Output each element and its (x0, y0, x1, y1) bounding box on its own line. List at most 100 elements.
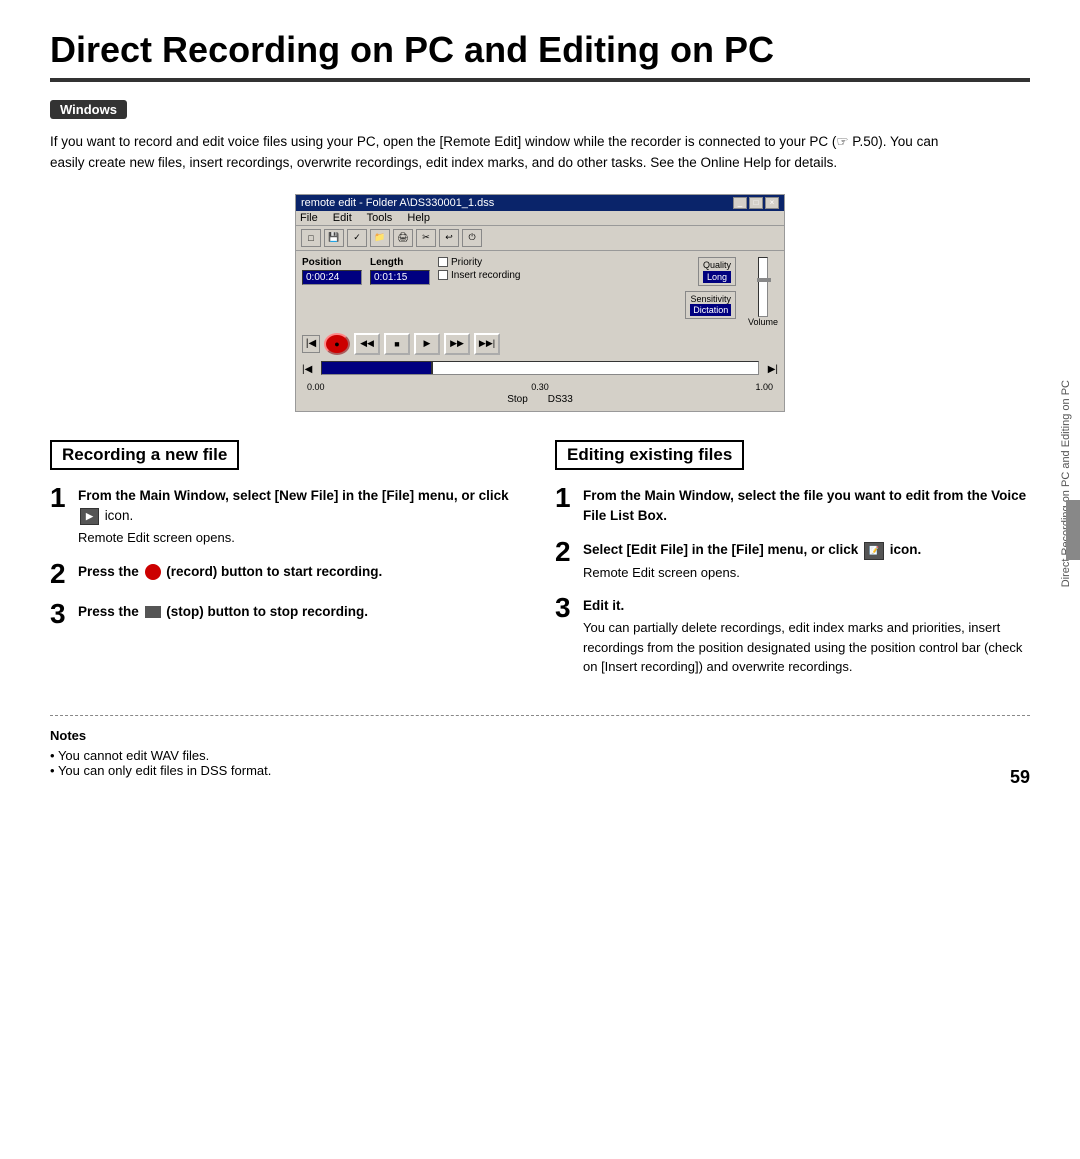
edit-step3-number: 3 (555, 594, 577, 622)
screenshot-title-bar: remote edit - Folder A\DS330001_1.dss _ … (296, 195, 784, 211)
new-file-icon: ▶ (80, 508, 99, 526)
step3-number: 3 (50, 600, 72, 628)
end-btn[interactable]: ▶▶| (474, 333, 500, 355)
progress-start: |◀ (302, 364, 312, 375)
edit-step1-content: From the Main Window, select the file yo… (583, 486, 1030, 527)
menu-help[interactable]: Help (407, 212, 430, 224)
tb-power[interactable]: ⏻ (462, 229, 482, 247)
insert-checkbox[interactable]: Insert recording (438, 270, 520, 281)
progress-end: ▶| (768, 364, 778, 375)
position-group: Position 0:00:24 (302, 257, 362, 285)
screenshot-box: remote edit - Folder A\DS330001_1.dss _ … (295, 194, 785, 412)
stop-icon (145, 606, 161, 618)
page-number: 59 (1010, 767, 1030, 788)
tb-new[interactable]: □ (301, 229, 321, 247)
menu-tools[interactable]: Tools (367, 212, 393, 224)
notes-title: Notes (50, 728, 1030, 743)
transport-row: |◀ ● ◀◀ ■ ▶ ▶▶ ▶▶| (302, 333, 778, 355)
edit-it-label: Edit it. (583, 598, 624, 613)
two-col-section: Recording a new file 1 From the Main Win… (50, 440, 1030, 691)
priority-label: Priority (451, 257, 482, 268)
quality-value: Long (703, 271, 731, 283)
page-title: Direct Recording on PC and Editing on PC (50, 30, 1030, 70)
recording-section: Recording a new file 1 From the Main Win… (50, 440, 525, 691)
edit-file-icon: 📝 (864, 542, 884, 560)
home-btn[interactable]: |◀ (302, 335, 320, 353)
checkbox-group: Priority Insert recording (438, 257, 520, 281)
edit-step2-number: 2 (555, 538, 577, 566)
restore-btn[interactable]: □ (749, 197, 763, 209)
play-btn[interactable]: ▶ (414, 333, 440, 355)
priority-cb-box[interactable] (438, 257, 448, 267)
step3-bold: Press the (stop) button to stop recordin… (78, 604, 368, 619)
sensitivity-label: Sensitivity (690, 294, 731, 304)
edit-step3-text: You can partially delete recordings, edi… (583, 618, 1030, 677)
tb-open[interactable]: 📁 (370, 229, 390, 247)
quality-box: Quality Long (698, 257, 736, 286)
edit-step1-number: 1 (555, 484, 577, 512)
edit-step2-sub: Remote Edit screen opens. (583, 563, 1030, 583)
status-ds33: DS33 (548, 394, 573, 405)
step1-number: 1 (50, 484, 72, 512)
edit-step2-bold: Select [Edit File] in the [File] menu, o… (583, 542, 921, 557)
volume-label: Volume (748, 317, 778, 327)
progress-scale: 0.00 0.30 1.00 (302, 382, 778, 392)
length-group: Length 0:01:15 (370, 257, 430, 285)
step2-number: 2 (50, 560, 72, 588)
tb-arrow[interactable]: ↩ (439, 229, 459, 247)
editing-step2: 2 Select [Edit File] in the [File] menu,… (555, 540, 1030, 582)
note-item-2: You can only edit files in DSS format. (50, 763, 1030, 778)
position-label: Position (302, 257, 362, 268)
page-container: Direct Recording on PC and Editing on PC… (0, 0, 1080, 818)
progress-bar[interactable] (321, 361, 758, 375)
notes-section: Notes You cannot edit WAV files. You can… (50, 728, 1030, 778)
tb-print[interactable]: 🖨 (393, 229, 413, 247)
step2-bold: Press the (record) button to start recor… (78, 564, 382, 579)
position-input[interactable]: 0:00:24 (302, 270, 362, 285)
editing-section: Editing existing files 1 From the Main W… (555, 440, 1030, 691)
step1-bold: From the Main Window, select [New File] … (78, 488, 509, 523)
dotted-separator (50, 715, 1030, 716)
edit-step1-bold: From the Main Window, select the file yo… (583, 488, 1026, 523)
length-input[interactable]: 0:01:15 (370, 270, 430, 285)
screenshot-title: remote edit - Folder A\DS330001_1.dss (301, 197, 494, 209)
menu-file[interactable]: File (300, 212, 318, 224)
fast-fwd-btn[interactable]: ▶▶ (444, 333, 470, 355)
status-stop: Stop (507, 394, 528, 405)
sidebar-bar (1066, 500, 1080, 560)
intro-text: If you want to record and edit voice fil… (50, 131, 950, 174)
tb-check[interactable]: ✓ (347, 229, 367, 247)
step3-content: Press the (stop) button to stop recordin… (78, 602, 525, 622)
record-btn[interactable]: ● (324, 333, 350, 355)
progress-marker (431, 362, 433, 374)
record-icon (145, 564, 161, 580)
close-btn[interactable]: × (765, 197, 779, 209)
note-item-1: You cannot edit WAV files. (50, 748, 1030, 763)
insert-label: Insert recording (451, 270, 520, 281)
editing-header: Editing existing files (555, 440, 744, 470)
menu-edit[interactable]: Edit (333, 212, 352, 224)
insert-cb-box[interactable] (438, 270, 448, 280)
dictation-label: Dictation (690, 304, 731, 316)
ss-controls-row: Position 0:00:24 Length 0:01:15 Priority (302, 257, 778, 327)
screenshot-wrapper: remote edit - Folder A\DS330001_1.dss _ … (50, 194, 1030, 412)
recording-step1: 1 From the Main Window, select [New File… (50, 486, 525, 548)
step1-sub: Remote Edit screen opens. (78, 528, 525, 548)
edit-step2-content: Select [Edit File] in the [File] menu, o… (583, 540, 1030, 582)
minimize-btn[interactable]: _ (733, 197, 747, 209)
step2-content: Press the (record) button to start recor… (78, 562, 525, 582)
sensitivity-box: Sensitivity Dictation (685, 291, 736, 319)
step1-rest: icon. (105, 508, 134, 523)
stop-btn[interactable]: ■ (384, 333, 410, 355)
volume-slider[interactable] (758, 257, 768, 317)
screenshot-body: Position 0:00:24 Length 0:01:15 Priority (296, 251, 784, 411)
tb-save[interactable]: 💾 (324, 229, 344, 247)
rewind-btn[interactable]: ◀◀ (354, 333, 380, 355)
win-controls: _ □ × (733, 197, 779, 209)
tb-scissors[interactable]: ✂ (416, 229, 436, 247)
screenshot-menu: File Edit Tools Help (296, 211, 784, 226)
editing-step1: 1 From the Main Window, select the file … (555, 486, 1030, 527)
priority-checkbox[interactable]: Priority (438, 257, 520, 268)
status-row: Stop DS33 (302, 394, 778, 405)
quality-label: Quality (703, 260, 731, 270)
